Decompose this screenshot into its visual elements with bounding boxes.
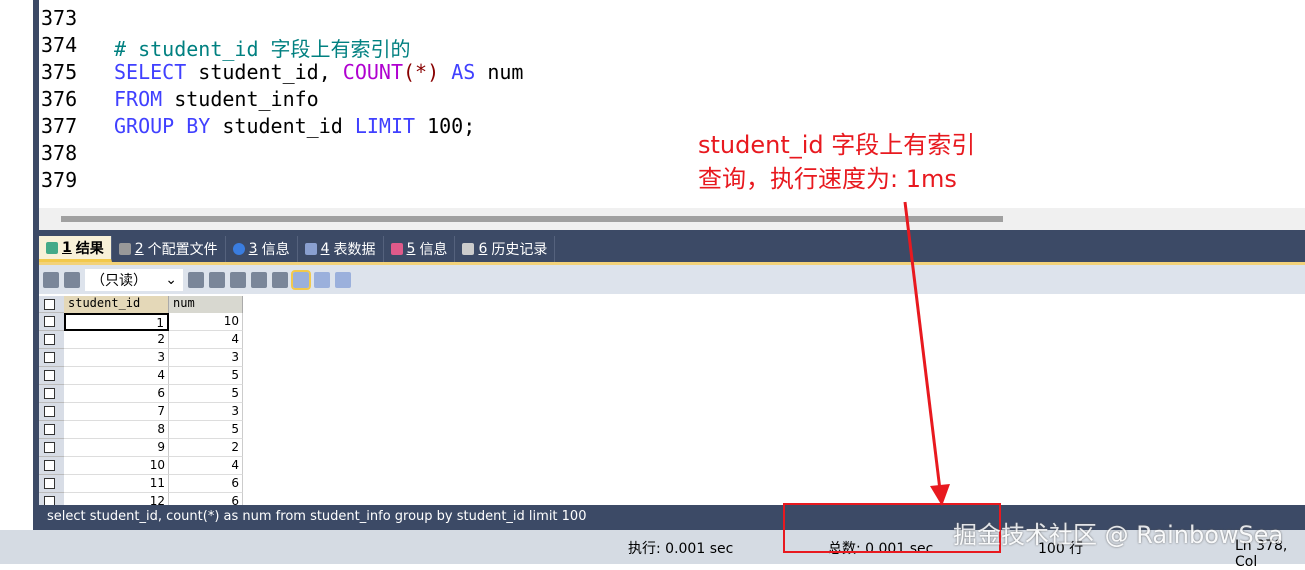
annotation-arrow: [903, 201, 950, 506]
watermark: 掘金技术社区 @ RainbowSea: [953, 521, 1284, 549]
